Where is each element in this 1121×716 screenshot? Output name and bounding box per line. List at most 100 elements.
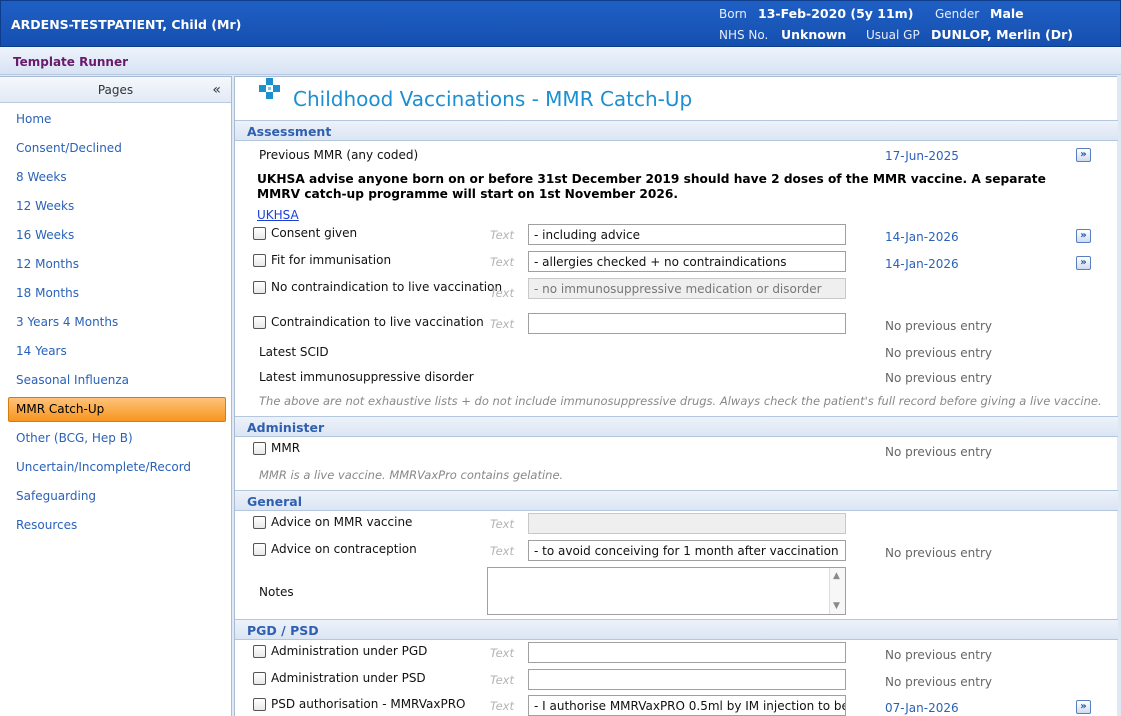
nav-item-safeguarding[interactable]: Safeguarding [16, 489, 96, 503]
consent-date: 14-Jan-2026 [885, 230, 959, 244]
nav-item-12-months[interactable]: 12 Months [16, 257, 79, 271]
nhs-label: NHS No. [719, 28, 769, 42]
pgd-checkbox[interactable] [253, 645, 266, 658]
gender-value: Male [990, 6, 1024, 21]
section-pgd-psd: PGD / PSD [235, 619, 1118, 640]
nav-item-18-months[interactable]: 18 Months [16, 286, 79, 300]
nav-item-8-weeks[interactable]: 8 Weeks [16, 170, 67, 184]
gender-label: Gender [935, 7, 980, 21]
latest-scid-label: Latest SCID [259, 345, 329, 359]
no-contra-text-hint: Text [490, 286, 514, 300]
scroll-down-icon[interactable]: ▼ [833, 601, 840, 611]
immuno-no-previous: No previous entry [885, 371, 992, 385]
psd-auth-text-field[interactable]: - I authorise MMRVaxPRO 0.5ml by IM inje… [528, 695, 846, 716]
fit-date: 14-Jan-2026 [885, 257, 959, 271]
psd-text-field[interactable] [528, 669, 846, 690]
born-value: 13-Feb-2020 (5y 11m) [758, 6, 914, 21]
nav-item-other-bcg-hepb[interactable]: Other (BCG, Hep B) [16, 431, 133, 445]
psd-text-hint: Text [490, 673, 514, 687]
contra-text-field[interactable] [528, 313, 846, 334]
advice-mmr-text-field [528, 513, 846, 534]
pgd-no-previous: No previous entry [885, 648, 992, 662]
collapse-icon[interactable]: « [212, 77, 221, 103]
pgd-text-field[interactable] [528, 642, 846, 663]
nav-item-mmr-catch-up[interactable]: MMR Catch-Up [8, 397, 226, 422]
psd-auth-checkbox[interactable] [253, 698, 266, 711]
page-title: Childhood Vaccinations - MMR Catch-Up [293, 87, 693, 111]
template-runner-bar: Template Runner [0, 47, 1121, 75]
nav-item-12-weeks[interactable]: 12 Weeks [16, 199, 74, 213]
nav-item-3-years-4-months[interactable]: 3 Years 4 Months [16, 315, 118, 329]
contraindication-checkbox[interactable] [253, 316, 266, 329]
section-general: General [235, 490, 1118, 511]
notes-scrollbar[interactable]: ▲ ▼ [829, 568, 845, 614]
born-label: Born [719, 7, 747, 21]
contra-text-hint: Text [490, 317, 514, 331]
psd-auth-go-icon[interactable]: » [1076, 700, 1091, 714]
gp-label: Usual GP [866, 28, 920, 42]
advice-mmr-text-hint: Text [490, 517, 514, 531]
nav-item-resources[interactable]: Resources [16, 518, 77, 532]
nav-item-consent-declined[interactable]: Consent/Declined [16, 141, 122, 155]
consent-given-checkbox[interactable] [253, 227, 266, 240]
pgd-text-hint: Text [490, 646, 514, 660]
notes-textarea[interactable]: ▲ ▼ [487, 567, 846, 615]
psd-no-previous: No previous entry [885, 675, 992, 689]
previous-mmr-label: Previous MMR (any coded) [259, 148, 419, 162]
fit-immunisation-checkbox[interactable] [253, 254, 266, 267]
fit-text-field[interactable]: - allergies checked + no contraindicatio… [528, 251, 846, 272]
consent-go-icon[interactable]: » [1076, 229, 1091, 243]
ardens-logo-icon [259, 78, 280, 99]
no-contra-text-field: - no immunosuppressive medication or dis… [528, 278, 846, 299]
pages-header: Pages « [0, 77, 231, 103]
nhs-value: Unknown [781, 27, 847, 42]
previous-mmr-date: 17-Jun-2025 [885, 149, 959, 163]
scroll-up-icon[interactable]: ▲ [833, 571, 840, 581]
live-vaccine-disclaimer: The above are not exhaustive lists + do … [259, 394, 1102, 408]
psd-label: Administration under PSD [271, 671, 426, 685]
contraindication-label: Contraindication to live vaccination [271, 315, 484, 329]
nav-item-uncertain-incomplete-record[interactable]: Uncertain/Incomplete/Record [16, 460, 191, 474]
nav-item-seasonal-influenza[interactable]: Seasonal Influenza [16, 373, 129, 387]
fit-immunisation-label: Fit for immunisation [271, 253, 392, 267]
notes-label: Notes [259, 585, 294, 599]
psd-auth-text-hint: Text [490, 699, 514, 713]
mmr-live-vaccine-note: MMR is a live vaccine. MMRVaxPro contain… [259, 468, 564, 482]
advice-contraception-checkbox[interactable] [253, 543, 266, 556]
pages-header-label: Pages [97, 83, 134, 97]
advice-contra-text-hint: Text [490, 544, 514, 558]
nav-item-16-weeks[interactable]: 16 Weeks [16, 228, 74, 242]
fit-text-hint: Text [490, 255, 514, 269]
fit-go-icon[interactable]: » [1076, 256, 1091, 270]
contra-no-previous: No previous entry [885, 319, 992, 333]
mmr-label: MMR [271, 441, 301, 455]
nav-item-14-years[interactable]: 14 Years [16, 344, 67, 358]
pgd-label: Administration under PGD [271, 644, 428, 658]
mmr-checkbox[interactable] [253, 442, 266, 455]
no-contraindication-checkbox[interactable] [253, 281, 266, 294]
pages-nav: Pages « Home Consent/Declined 8 Weeks 12… [0, 76, 232, 716]
scid-no-previous: No previous entry [885, 346, 992, 360]
psd-checkbox[interactable] [253, 672, 266, 685]
advice-mmr-label: Advice on MMR vaccine [271, 515, 413, 529]
advice-mmr-checkbox[interactable] [253, 516, 266, 529]
section-administer-title: Administer [247, 420, 325, 435]
consent-text-hint: Text [490, 228, 514, 242]
advice-contra-text-field[interactable]: - to avoid conceiving for 1 month after … [528, 540, 846, 561]
psd-auth-label: PSD authorisation - MMRVaxPRO [271, 697, 466, 711]
section-assessment-title: Assessment [247, 124, 332, 139]
mmr-no-previous: No previous entry [885, 445, 992, 459]
section-assessment: Assessment [235, 120, 1118, 141]
patient-name: ARDENS-TESTPATIENT, Child (Mr) [11, 17, 242, 32]
nav-item-home[interactable]: Home [16, 112, 51, 126]
no-contraindication-label: No contraindication to live vaccination [271, 280, 503, 294]
section-administer: Administer [235, 416, 1118, 437]
consent-given-label: Consent given [271, 226, 358, 240]
template-page: Childhood Vaccinations - MMR Catch-Up As… [234, 76, 1118, 716]
consent-text-field[interactable]: - including advice [528, 224, 846, 245]
ukhsa-link[interactable]: UKHSA [257, 208, 299, 222]
gp-value: DUNLOP, Merlin (Dr) [931, 27, 1073, 42]
patient-banner: ARDENS-TESTPATIENT, Child (Mr) Born 13-F… [0, 0, 1121, 47]
previous-mmr-go-icon[interactable]: » [1076, 148, 1091, 162]
template-runner-title: Template Runner [13, 55, 129, 69]
